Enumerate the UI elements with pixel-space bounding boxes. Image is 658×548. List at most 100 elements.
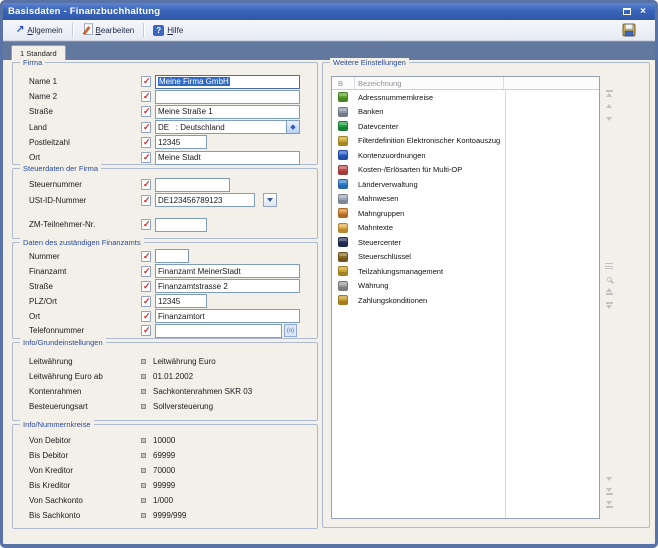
- field-label: USt-ID-Nummer: [29, 196, 141, 205]
- readonly-marker-icon: [141, 404, 146, 409]
- edit-check-icon[interactable]: [141, 122, 151, 133]
- list-item[interactable]: Filterdefinition Elektronischer Kontoaus…: [332, 134, 599, 149]
- list-item[interactable]: Datevcenter: [332, 119, 599, 134]
- menu-allgemein[interactable]: ↗ Allgemein: [11, 22, 68, 39]
- field-label: Finanzamt: [29, 267, 141, 276]
- scroll-top-button[interactable]: [603, 88, 615, 98]
- readonly-marker-icon: [141, 359, 146, 364]
- fa-strasse-input[interactable]: Finanzamtstrasse 2: [155, 279, 300, 293]
- dunning-groups-icon: [338, 208, 348, 218]
- group-nummernkreise: Info/Nummernkreise Von Debitor 10000 Bis…: [12, 424, 318, 529]
- list-item[interactable]: Steuercenter: [332, 235, 599, 250]
- spin-button[interactable]: ◆: [286, 121, 299, 133]
- content-area: Firma Name 1 Meine Firma GmbH Name 2 Str…: [3, 60, 655, 544]
- list-item[interactable]: Mahnwesen: [332, 192, 599, 207]
- name1-input[interactable]: Meine Firma GmbH: [155, 75, 300, 89]
- restore-button[interactable]: [620, 5, 634, 18]
- close-button[interactable]: ×: [636, 5, 650, 18]
- field-row: Finanzamt Finanzamt MeinerStadt: [13, 264, 317, 279]
- scroll-bottom-button[interactable]: [603, 500, 615, 510]
- edit-check-icon[interactable]: [141, 325, 151, 336]
- list-item-label: Kosten-/Erlösarten für Multi-OP: [358, 165, 462, 174]
- ustid-input[interactable]: DE123456789123: [155, 193, 255, 207]
- edit-check-icon[interactable]: [141, 106, 151, 117]
- scroll-up-icon: [606, 104, 612, 108]
- scroll-up-button[interactable]: [603, 101, 615, 111]
- save-button[interactable]: [619, 21, 639, 39]
- column-header-b: B: [332, 77, 355, 89]
- nummer-input[interactable]: [155, 249, 189, 263]
- list-item[interactable]: Kontenzuordnungen: [332, 148, 599, 163]
- info-value: 99999: [153, 481, 175, 490]
- dropdown-button[interactable]: [263, 193, 277, 207]
- filter-definition-icon: [338, 136, 348, 146]
- finanzamt-input[interactable]: Finanzamt MeinerStadt: [155, 264, 300, 278]
- edit-check-icon[interactable]: [141, 219, 151, 230]
- steuernummer-input[interactable]: [155, 178, 230, 192]
- telefon-input[interactable]: [155, 324, 282, 338]
- info-value: Sollversteuerung: [153, 402, 213, 411]
- field-label: Ort: [29, 312, 141, 321]
- edit-check-icon[interactable]: [141, 91, 151, 102]
- list-item-label: Zahlungskonditionen: [358, 296, 427, 305]
- group-firma: Firma Name 1 Meine Firma GmbH Name 2 Str…: [12, 62, 318, 165]
- edit-check-icon[interactable]: [141, 251, 151, 262]
- scroll-down-button[interactable]: [603, 114, 615, 124]
- field-label: Name 1: [29, 77, 141, 86]
- readonly-marker-icon: [141, 438, 146, 443]
- list-item-label: Steuercenter: [358, 238, 401, 247]
- land-combo[interactable]: DE : Deutschland ◆: [155, 120, 300, 134]
- list-item[interactable]: Länderverwaltung: [332, 177, 599, 192]
- info-value: 70000: [153, 466, 175, 475]
- zm-input[interactable]: [155, 218, 207, 232]
- payment-terms-icon: [338, 295, 348, 305]
- edit-check-icon[interactable]: [141, 179, 151, 190]
- field-row: Straße Meine Straße 1: [13, 104, 317, 119]
- field-row: PLZ/Ort 12345: [13, 294, 317, 309]
- sort-descending-icon: [606, 305, 612, 309]
- edit-check-icon[interactable]: [141, 195, 151, 206]
- list-item-label: Mahnwesen: [358, 194, 398, 203]
- group-caption: Firma: [20, 58, 45, 67]
- scroll-bottom-icon: [606, 501, 612, 505]
- edit-check-icon[interactable]: [141, 296, 151, 307]
- list-item[interactable]: Mahntexte: [332, 221, 599, 236]
- strasse-input[interactable]: Meine Straße 1: [155, 105, 300, 119]
- list-item[interactable]: Kosten-/Erlösarten für Multi-OP: [332, 163, 599, 178]
- list-item[interactable]: Adressnummernkreise: [332, 90, 599, 105]
- field-row: Name 1 Meine Firma GmbH: [13, 74, 317, 89]
- edit-check-icon[interactable]: [141, 152, 151, 163]
- jump-down-button[interactable]: [603, 487, 615, 497]
- list-menu-button[interactable]: [603, 261, 615, 271]
- list-item[interactable]: Banken: [332, 105, 599, 120]
- tab-strip: 1 Standard: [3, 41, 655, 60]
- sort-descending-button[interactable]: [603, 300, 615, 310]
- edit-check-icon[interactable]: [141, 137, 151, 148]
- phone-dial-button[interactable]: (o): [284, 324, 297, 337]
- chevron-down-icon: [267, 198, 273, 202]
- field-row: USt-ID-Nummer DE123456789123: [13, 193, 317, 209]
- menu-hilfe[interactable]: ? Hilfe: [148, 22, 188, 39]
- list-item[interactable]: Währung: [332, 279, 599, 294]
- name2-input[interactable]: [155, 90, 300, 104]
- list-item[interactable]: Steuerschlüssel: [332, 250, 599, 265]
- list-item[interactable]: Zahlungskonditionen: [332, 293, 599, 308]
- edit-check-icon[interactable]: [141, 76, 151, 87]
- fa-plz-input[interactable]: 12345: [155, 294, 207, 308]
- fa-ort-input[interactable]: Finanzamtort: [155, 309, 300, 323]
- search-button[interactable]: [603, 274, 615, 284]
- list-header: B Bezeichnung: [332, 77, 599, 90]
- field-label: Land: [29, 123, 141, 132]
- list-item[interactable]: Mahngruppen: [332, 206, 599, 221]
- menu-bearbeiten[interactable]: Bearbeiten: [77, 22, 140, 39]
- list-item-label: Datevcenter: [358, 122, 398, 131]
- edit-check-icon[interactable]: [141, 311, 151, 322]
- sort-ascending-button[interactable]: [603, 287, 615, 297]
- ort-input[interactable]: Meine Stadt: [155, 151, 300, 165]
- edit-check-icon[interactable]: [141, 281, 151, 292]
- plz-input[interactable]: 12345: [155, 135, 207, 149]
- list-item[interactable]: Teilzahlungsmanagement: [332, 264, 599, 279]
- cost-revenue-types-icon: [338, 165, 348, 175]
- edit-check-icon[interactable]: [141, 266, 151, 277]
- page-down-button[interactable]: [603, 474, 615, 484]
